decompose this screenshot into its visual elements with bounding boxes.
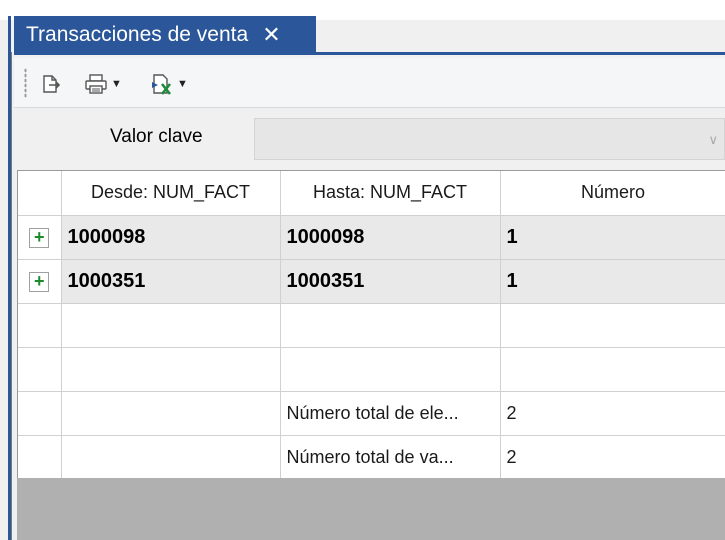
app-frame: Transacciones de venta ✕ ▼ ▼ Valor clave… xyxy=(0,0,725,540)
key-label: Valor clave xyxy=(110,126,203,147)
excel-export-button[interactable]: ▼ xyxy=(150,71,188,97)
summary-label: Número total de va... xyxy=(280,435,501,480)
key-row: Valor clave ∨ xyxy=(14,110,725,168)
excel-export-icon xyxy=(152,74,172,95)
row-expander[interactable]: + xyxy=(18,215,62,260)
summary-value: 2 xyxy=(500,391,725,436)
toolbar: ▼ ▼ xyxy=(14,58,725,108)
export-button[interactable] xyxy=(40,71,62,97)
close-icon[interactable]: ✕ xyxy=(262,23,280,46)
table-row[interactable]: + 1000098 1000098 1 xyxy=(18,215,725,260)
grid-header: Desde: NUM_FACT Hasta: NUM_FACT Número xyxy=(18,171,725,216)
cell-hasta[interactable]: 1000351 xyxy=(280,259,501,304)
header-desde[interactable]: Desde: NUM_FACT xyxy=(61,171,281,216)
empty-row xyxy=(18,303,725,348)
toolbar-grip-icon[interactable] xyxy=(24,68,27,98)
header-hasta[interactable]: Hasta: NUM_FACT xyxy=(280,171,501,216)
key-select[interactable]: ∨ xyxy=(254,118,725,160)
grid-footer xyxy=(17,478,725,540)
header-numero[interactable]: Número xyxy=(500,171,725,216)
cell-desde[interactable]: 1000351 xyxy=(61,259,281,304)
summary-label: Número total de ele... xyxy=(280,391,501,436)
cell-desde[interactable]: 1000098 xyxy=(61,215,281,260)
summary-row: Número total de ele... 2 xyxy=(18,391,725,436)
cell-numero[interactable]: 1 xyxy=(500,215,725,260)
export-icon xyxy=(43,75,61,93)
results-grid: Desde: NUM_FACT Hasta: NUM_FACT Número +… xyxy=(17,170,725,480)
chevron-down-icon[interactable]: ∨ xyxy=(708,132,718,148)
summary-row: Número total de va... 2 xyxy=(18,435,725,480)
tab-title: Transacciones de venta xyxy=(26,22,249,46)
tab-transacciones[interactable]: Transacciones de venta ✕ xyxy=(14,16,316,53)
expand-plus-icon[interactable]: + xyxy=(29,271,50,292)
print-button[interactable]: ▼ xyxy=(84,71,122,97)
excel-dropdown-icon[interactable]: ▼ xyxy=(177,78,188,90)
table-row[interactable]: + 1000351 1000351 1 xyxy=(18,259,725,304)
tab-underline xyxy=(14,52,725,55)
cell-numero[interactable]: 1 xyxy=(500,259,725,304)
header-indicator xyxy=(18,171,62,216)
empty-row xyxy=(18,347,725,392)
cell-hasta[interactable]: 1000098 xyxy=(280,215,501,260)
summary-value: 2 xyxy=(500,435,725,480)
print-dropdown-icon[interactable]: ▼ xyxy=(111,78,122,90)
print-icon xyxy=(85,74,107,94)
expand-plus-icon[interactable]: + xyxy=(29,227,50,248)
row-expander[interactable]: + xyxy=(18,259,62,304)
